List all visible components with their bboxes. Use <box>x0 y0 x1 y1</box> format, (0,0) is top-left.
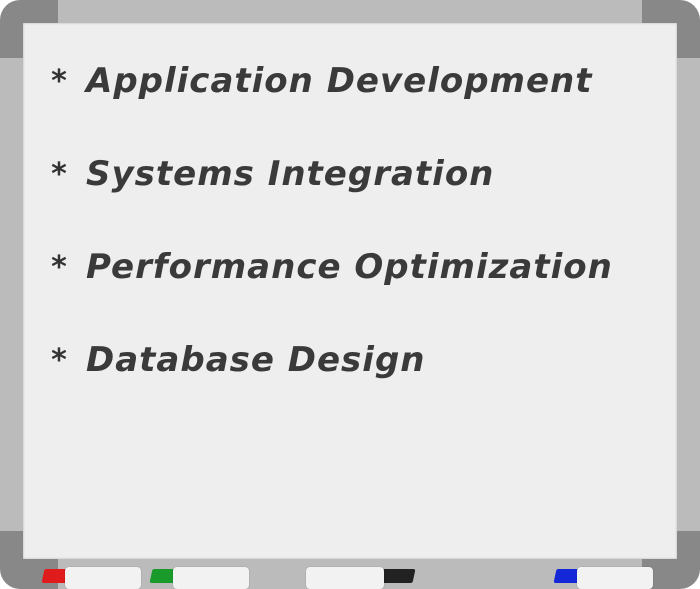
list-item-label: Application Development <box>86 61 593 101</box>
list-item-label: Performance Optimization <box>86 247 613 287</box>
list-item: * Performance Optimization <box>46 242 613 335</box>
asterisk-bullet-icon: * <box>51 343 67 378</box>
list-item-label: Systems Integration <box>86 154 495 194</box>
marker-tray <box>23 559 677 589</box>
green-marker-body <box>173 567 249 589</box>
red-marker-body <box>65 567 141 589</box>
blue-marker-body <box>577 567 653 589</box>
whiteboard-frame: * Application Development * Systems Inte… <box>0 0 700 589</box>
whiteboard-list: * Application Development * Systems Inte… <box>46 56 613 428</box>
list-item: * Application Development <box>46 56 613 149</box>
list-item: * Systems Integration <box>46 149 613 242</box>
list-item-label: Database Design <box>86 340 426 380</box>
asterisk-bullet-icon: * <box>51 64 67 99</box>
black-marker-body <box>306 567 384 589</box>
asterisk-bullet-icon: * <box>51 157 67 192</box>
asterisk-bullet-icon: * <box>51 250 67 285</box>
list-item: * Database Design <box>46 335 613 428</box>
